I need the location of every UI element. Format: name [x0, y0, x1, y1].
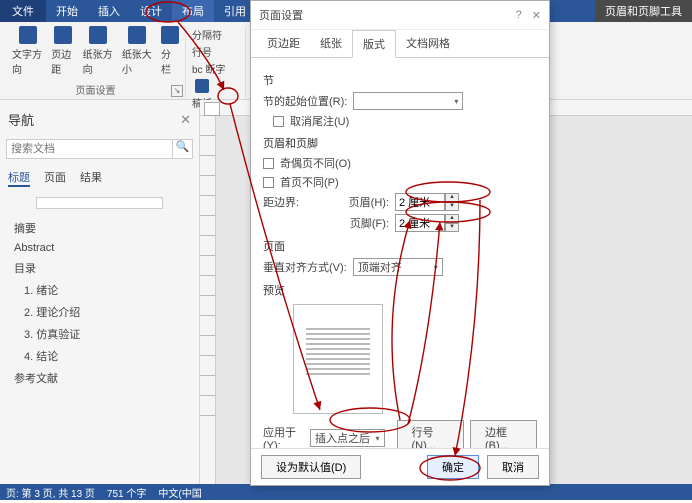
navigation-pane: 导航 ✕ 🔍 标题 页面 结果 摘要 Abstract 目录 1. 绪论 2. … — [0, 100, 200, 484]
text-direction-button[interactable]: 文字方向 — [12, 26, 43, 76]
dialog-help-icon[interactable]: ? — [516, 9, 522, 22]
apply-to-select[interactable]: 插入点之后▾ — [310, 429, 385, 447]
page-setup-group-label: 页面设置 — [76, 80, 116, 99]
section-start-select[interactable]: ▾ — [353, 92, 463, 110]
nav-tab-results[interactable]: 结果 — [80, 169, 102, 187]
nav-search-button[interactable]: 🔍 — [173, 139, 193, 159]
odd-even-checkbox[interactable] — [263, 158, 274, 169]
line-numbers-dialog-button[interactable]: 行号(N)... — [397, 420, 464, 448]
cancel-button[interactable]: 取消 — [487, 455, 539, 479]
suppress-endnotes-checkbox[interactable] — [273, 116, 284, 127]
up-icon[interactable]: ▲ — [445, 193, 459, 202]
margins-button[interactable]: 页边距 — [51, 26, 74, 76]
down-icon[interactable]: ▼ — [445, 223, 459, 232]
file-menu[interactable]: 文件 — [0, 0, 46, 22]
valign-select[interactable]: 顶端对齐▾ — [353, 258, 443, 276]
valign-label: 垂直对齐方式(V): — [263, 259, 347, 275]
vertical-ruler[interactable] — [200, 116, 216, 484]
footer-input[interactable] — [395, 214, 445, 232]
header-label: 页眉(H): — [339, 194, 389, 210]
section-heading: 节 — [263, 72, 537, 88]
hyphenation-button[interactable]: bc 断字 — [192, 60, 225, 77]
footer-label: 页脚(F): — [339, 215, 389, 231]
outline-item[interactable]: 1. 绪论 — [6, 279, 193, 301]
page-heading: 页面 — [263, 238, 537, 254]
apply-to-label: 应用于(Y): — [263, 424, 304, 448]
outline-item[interactable]: 2. 理论介绍 — [6, 301, 193, 323]
down-icon[interactable]: ▼ — [445, 202, 459, 211]
page-setup-dialog: 页面设置 ? ✕ 页边距 纸张 版式 文档网格 节 节的起始位置(R): ▾ 取… — [250, 0, 550, 486]
margin-label: 距边界: — [263, 194, 333, 210]
outline-item[interactable]: 目录 — [6, 257, 193, 279]
odd-even-label: 奇偶页不同(O) — [280, 155, 351, 171]
status-words[interactable]: 751 个字 — [107, 485, 146, 500]
header-input[interactable] — [395, 193, 445, 211]
dialog-title: 页面设置 — [259, 7, 303, 23]
contextual-tab[interactable]: 页眉和页脚工具 — [595, 0, 692, 22]
orientation-button[interactable]: 纸张方向 — [83, 26, 114, 76]
outline-item[interactable]: 3. 仿真验证 — [6, 323, 193, 345]
hf-heading: 页眉和页脚 — [263, 135, 537, 151]
footer-spinner[interactable]: ▲▼ — [395, 214, 459, 232]
apply-to-value: 插入点之后 — [315, 430, 370, 446]
first-page-checkbox[interactable] — [263, 177, 274, 188]
outline-item[interactable]: 摘要 — [6, 217, 193, 239]
preview-thumbnail — [293, 304, 383, 414]
valign-value: 顶端对齐 — [358, 259, 402, 275]
status-pages[interactable]: 页: 第 3 页, 共 13 页 — [6, 485, 95, 500]
tab-home[interactable]: 开始 — [46, 0, 88, 22]
nav-search-input[interactable] — [6, 139, 173, 159]
columns-label: 分栏 — [161, 46, 179, 76]
line-numbers-button[interactable]: 行号 — [192, 43, 212, 60]
margins-label: 页边距 — [51, 46, 74, 76]
dlg-tab-margins[interactable]: 页边距 — [257, 30, 310, 57]
text-direction-label: 文字方向 — [12, 46, 43, 76]
nav-close-icon[interactable]: ✕ — [180, 112, 191, 128]
status-bar: 页: 第 3 页, 共 13 页 751 个字 中文(中国 — [0, 484, 692, 500]
borders-dialog-button[interactable]: 边框(B)... — [470, 420, 537, 448]
tab-insert[interactable]: 插入 — [88, 0, 130, 22]
ok-button[interactable]: 确定 — [427, 455, 479, 479]
section-start-label: 节的起始位置(R): — [263, 93, 347, 109]
orientation-label: 纸张方向 — [83, 46, 114, 76]
size-button[interactable]: 纸张大小 — [122, 26, 153, 76]
nav-tab-pages[interactable]: 页面 — [44, 169, 66, 187]
nav-title: 导航 — [8, 110, 34, 129]
outline-item[interactable]: 4. 结论 — [6, 345, 193, 367]
up-icon[interactable]: ▲ — [445, 214, 459, 223]
size-label: 纸张大小 — [122, 46, 153, 76]
page-setup-launcher[interactable]: ↘ — [171, 85, 183, 97]
preview-heading: 预览 — [263, 282, 537, 298]
set-default-button[interactable]: 设为默认值(D) — [261, 455, 361, 479]
breaks-button[interactable]: 分隔符 — [192, 26, 222, 43]
dlg-tab-paper[interactable]: 纸张 — [310, 30, 352, 57]
dlg-tab-layout[interactable]: 版式 — [352, 30, 396, 58]
nav-tab-headings[interactable]: 标题 — [8, 169, 30, 187]
suppress-endnotes-label: 取消尾注(U) — [290, 113, 349, 129]
nav-thumb[interactable] — [36, 197, 163, 209]
tab-design[interactable]: 设计 — [130, 0, 172, 22]
outline-item[interactable]: 参考文献 — [6, 367, 193, 389]
first-page-label: 首页不同(P) — [280, 174, 339, 190]
header-spinner[interactable]: ▲▼ — [395, 193, 459, 211]
outline-item[interactable]: Abstract — [6, 239, 193, 257]
columns-button[interactable]: 分栏 — [161, 26, 179, 76]
dlg-tab-grid[interactable]: 文档网格 — [396, 30, 460, 57]
status-lang[interactable]: 中文(中国 — [158, 485, 201, 500]
dialog-close-icon[interactable]: ✕ — [532, 9, 541, 22]
tab-layout[interactable]: 布局 — [172, 0, 214, 22]
